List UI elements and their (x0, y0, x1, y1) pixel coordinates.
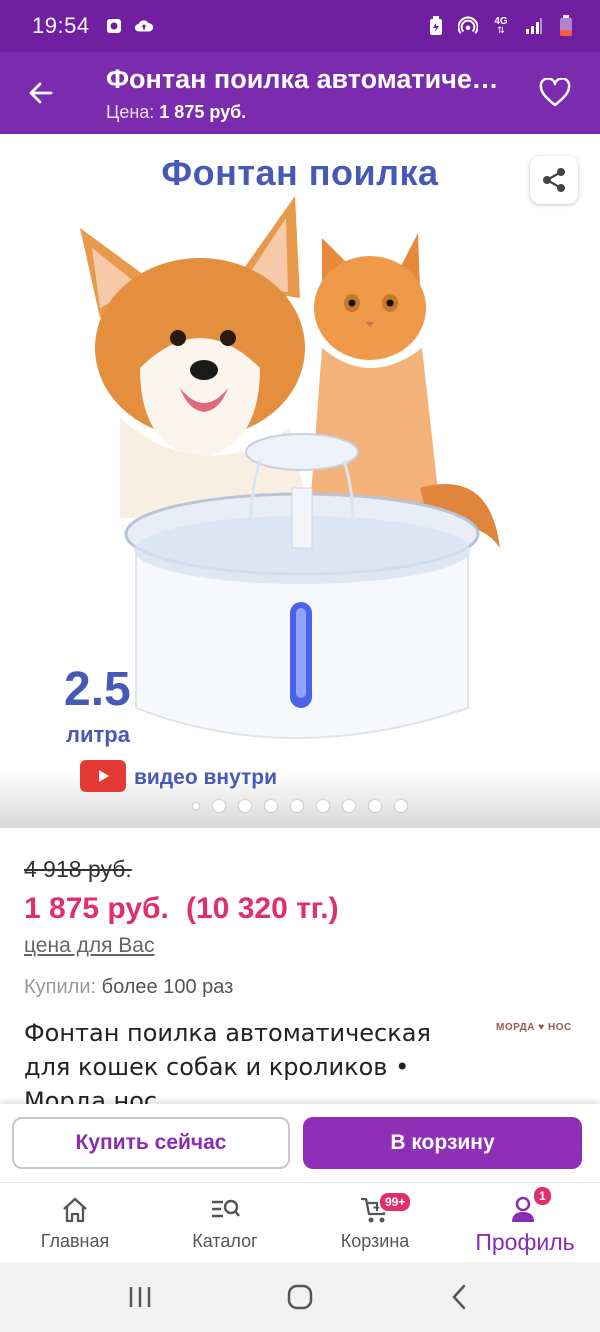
action-bar: Купить сейчас В корзину (0, 1104, 600, 1182)
add-to-cart-button[interactable]: В корзину (303, 1117, 582, 1169)
carousel-dot[interactable] (213, 800, 225, 812)
current-price: 1 875 руб. (24, 892, 169, 925)
hotspot-icon (458, 16, 478, 36)
carousel-dot[interactable] (343, 800, 355, 812)
bottom-nav: Главная Каталог Корзина 99+ Профиль 1 (0, 1182, 600, 1262)
chevron-left-icon (452, 1284, 466, 1310)
notification-icon (104, 16, 124, 36)
status-bar: 19:54 4G ⇅ (0, 0, 600, 52)
nav-label-home: Главная (40, 1231, 110, 1251)
nav-label-catalog: Каталог (192, 1231, 258, 1251)
carousel-indicator (0, 800, 600, 812)
profile-badge: 1 (532, 1185, 553, 1207)
status-time: 19:54 (32, 13, 90, 38)
price-for-you-link[interactable]: цена для Вас (24, 934, 154, 958)
nav-label-profile: Профиль (475, 1229, 575, 1255)
network-4g-icon: 4G ⇅ (494, 16, 508, 35)
price-tenge: (10 320 тг.) (186, 892, 339, 925)
battery-icon (556, 15, 576, 36)
cloud-upload-icon (134, 16, 154, 36)
back-system-button[interactable] (430, 1272, 490, 1322)
home-system-button[interactable] (270, 1272, 330, 1322)
nav-item-cart[interactable]: Корзина 99+ (300, 1183, 450, 1262)
dog-illustration (80, 196, 310, 518)
heart-icon (539, 78, 571, 107)
home-icon (58, 1195, 92, 1225)
brand-logo[interactable]: МОРДА ♥ НОС (496, 1022, 572, 1033)
favorite-button[interactable] (534, 72, 576, 114)
carousel-dot[interactable] (265, 800, 277, 812)
carousel-dot[interactable] (395, 800, 407, 812)
purchase-count: Купили: более 100 раз (24, 976, 233, 999)
carousel-dot[interactable] (291, 800, 303, 812)
share-button[interactable] (530, 156, 578, 204)
back-button[interactable] (18, 70, 64, 116)
signal-icon (524, 16, 544, 36)
app-bar: Фонтан поилка автоматическая для кошек с… (0, 52, 600, 134)
battery-saver-icon (426, 16, 446, 36)
carousel-dot[interactable] (193, 803, 199, 809)
purchase-count-value: более 100 раз (101, 976, 234, 998)
share-icon (543, 168, 565, 192)
page-title: Фонтан поилка автоматическая для кошек с… (106, 64, 506, 94)
arrow-left-icon (29, 82, 53, 104)
product-image-carousel[interactable]: Фонтан поилка 2.5 литра видео внутри (0, 134, 600, 828)
product-name: Фонтан поилка автоматическая для кошек с… (24, 1019, 431, 1115)
nav-item-profile[interactable]: Профиль 1 (450, 1183, 600, 1262)
catalog-search-icon (208, 1195, 242, 1225)
header-price: Цена: 1 875 руб. (106, 102, 246, 123)
nav-item-catalog[interactable]: Каталог (150, 1183, 300, 1262)
video-play-icon[interactable] (80, 760, 126, 792)
video-label[interactable]: видео внутри (134, 766, 277, 790)
carousel-dot[interactable] (239, 800, 251, 812)
recent-apps-icon (129, 1287, 151, 1307)
system-nav-bar (0, 1262, 600, 1332)
screen: 19:54 4G ⇅ Фонтан поилка автоматическ Це… (0, 0, 600, 1332)
cart-badge: 99+ (378, 1191, 413, 1213)
recent-apps-button[interactable] (110, 1272, 170, 1322)
header-price-label: Цена: (106, 102, 155, 122)
nav-item-home[interactable]: Главная (0, 1183, 150, 1262)
home-circle-icon (287, 1284, 313, 1310)
nav-label-cart: Корзина (340, 1231, 410, 1251)
carousel-dot[interactable] (317, 800, 329, 812)
carousel-dot[interactable] (369, 800, 381, 812)
header-price-value: 1 875 руб. (159, 102, 247, 122)
volume-unit: литра (66, 722, 130, 747)
purchase-count-label: Купили: (24, 976, 97, 998)
volume-number: 2.5 (64, 663, 131, 716)
buy-now-button[interactable]: Купить сейчас (12, 1117, 290, 1169)
old-price: 4 918 руб. (24, 856, 132, 882)
